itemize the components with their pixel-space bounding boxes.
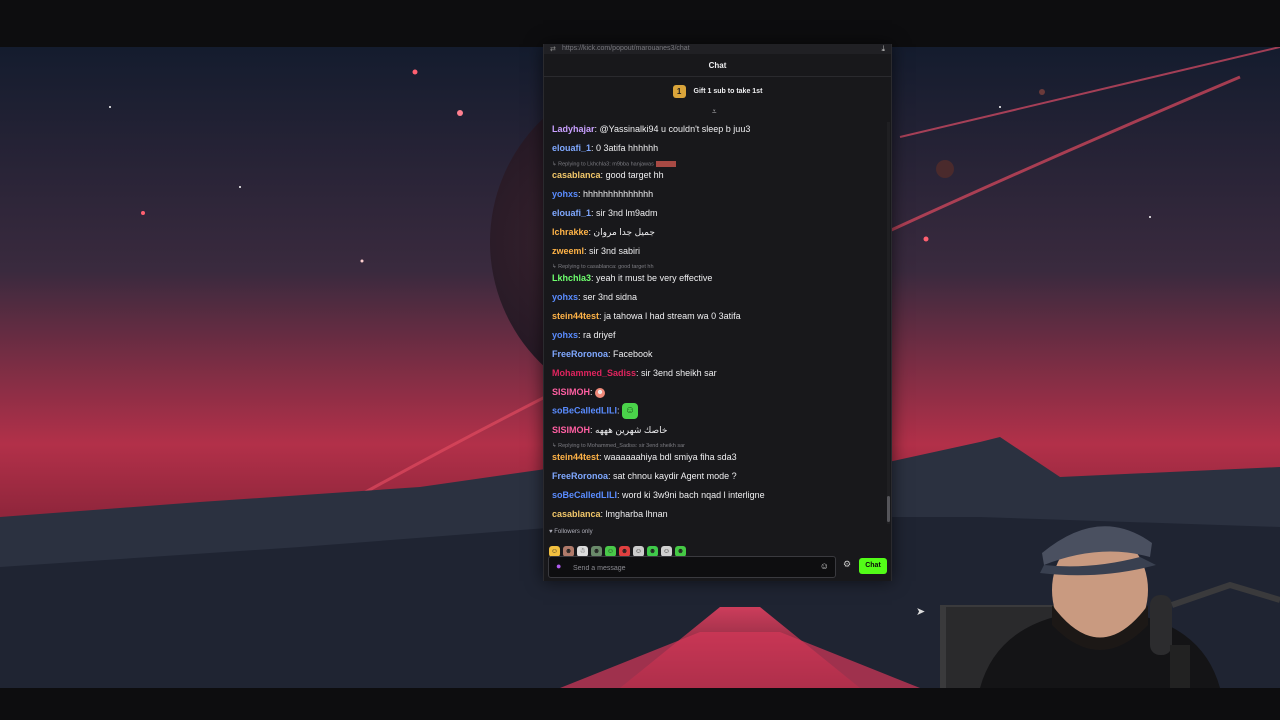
chat-username[interactable]: elouafi_1 <box>552 143 591 153</box>
reply-context[interactable]: ↳ Replying to Lkhchla3: m9bba hanjawas <box>552 161 676 167</box>
chat-username[interactable]: stein44test <box>552 311 599 321</box>
chat-username[interactable]: zweeml <box>552 246 584 256</box>
mouse-cursor-icon: ➤ <box>916 606 926 618</box>
chat-text: word ki 3w9ni bach nqad l interligne <box>622 490 765 500</box>
chat-message: casablanca: good target hh <box>552 170 664 180</box>
microphone-icon[interactable]: ● <box>556 561 561 571</box>
send-chat-button[interactable]: Chat <box>859 558 887 574</box>
chat-message: soBeCalledLILI: word ki 3w9ni bach nqad … <box>552 490 765 500</box>
chat-scrollbar[interactable] <box>887 122 890 524</box>
chat-username[interactable]: SISIMOH <box>552 387 590 397</box>
chat-title: Chat <box>544 56 891 77</box>
emote-icon: ☺ <box>622 403 639 419</box>
chat-username[interactable]: FreeRoronoa <box>552 349 608 359</box>
chat-message: SISIMOH: ☻ <box>552 387 606 398</box>
chat-message: FreeRoronoa: Facebook <box>552 349 653 359</box>
gear-icon[interactable]: ⚙ <box>843 559 851 570</box>
chat-username[interactable]: Ladyhajar <box>552 124 595 134</box>
chat-message: Mohammed_Sadiss: sir 3end sheikh sar <box>552 368 717 378</box>
chat-text: جميل جدا مروان <box>593 227 655 237</box>
chat-message: stein44test: waaaaaahiya bdl smiya fiha … <box>552 452 737 462</box>
chat-text: sir 3end sheikh sar <box>641 368 717 378</box>
chat-message: yohxs: hhhhhhhhhhhhhh <box>552 189 654 199</box>
chat-popout-window: ⇄ https://kick.com/popout/marouanes3/cha… <box>543 44 892 581</box>
gift-rank-badge: 1 <box>672 84 686 98</box>
chat-text: @Yassinalki94 u couldn't sleep b juu3 <box>599 124 751 134</box>
chat-text: ser 3nd sidna <box>583 292 638 302</box>
chat-message: FreeRoronoa: sat chnou kaydir Agent mode… <box>552 471 737 481</box>
download-icon[interactable]: ⤓ <box>881 44 885 54</box>
quick-emote-bar[interactable]: ☺ ☻ ☃ ☻ ☺ ☻ ☺ ☻ ☺ ☻ <box>549 540 689 557</box>
chat-message: elouafi_1: sir 3nd lm9adm <box>552 208 658 218</box>
chat-username[interactable]: casablanca <box>552 170 601 180</box>
chat-username[interactable]: elouafi_1 <box>552 208 591 218</box>
gift-text: Gift 1 sub to take 1st <box>693 88 763 95</box>
chat-text: waaaaaahiya bdl smiya fiha sda3 <box>604 452 737 462</box>
chat-input-box[interactable]: ● ☺ <box>548 556 836 578</box>
chat-username[interactable]: lchrakke <box>552 227 589 237</box>
chevron-down-icon[interactable]: ⩡ <box>712 107 717 117</box>
followers-only-notice: ♥ Followers only <box>549 529 593 535</box>
site-info-icon[interactable]: ⇄ <box>550 45 556 55</box>
chat-username[interactable]: yohxs <box>552 330 578 340</box>
chat-username[interactable]: casablanca <box>552 509 601 519</box>
chat-message: elouafi_1: 0 3atifa hhhhhh <box>552 143 659 153</box>
chat-message: SISIMOH: خاصك شهرين هههه <box>552 425 668 435</box>
chat-username[interactable]: FreeRoronoa <box>552 471 608 481</box>
chat-text: sir 3nd lm9adm <box>596 208 658 218</box>
chat-scrollbar-thumb[interactable] <box>887 496 890 522</box>
chat-message: zweeml: sir 3nd sabiri <box>552 246 641 256</box>
chat-message: Ladyhajar: @Yassinalki94 u couldn't slee… <box>552 124 751 134</box>
chat-text: hhhhhhhhhhhhhh <box>583 189 654 199</box>
chat-message-input[interactable] <box>571 560 815 576</box>
chat-text: lmgharba lhnan <box>605 509 668 519</box>
emoji-picker-icon[interactable]: ☺ <box>820 561 829 571</box>
chat-message: yohxs: ra driyef <box>552 330 616 340</box>
chat-text: 0 3atifa hhhhhh <box>596 143 659 153</box>
chat-username[interactable]: yohxs <box>552 292 578 302</box>
chat-text: ra driyef <box>583 330 616 340</box>
chat-text: sir 3nd sabiri <box>589 246 641 256</box>
reply-context[interactable]: ↳ Replying to Mohammed_Sadiss: sir 3end … <box>552 443 685 449</box>
chat-text: خاصك شهرين هههه <box>595 425 668 435</box>
top-letterbox <box>0 0 1280 47</box>
reply-context[interactable]: ↳ Replying to casablanca: good target hh <box>552 264 654 270</box>
browser-address-bar[interactable]: ⇄ https://kick.com/popout/marouanes3/cha… <box>544 44 891 54</box>
chat-username[interactable]: stein44test <box>552 452 599 462</box>
chat-username[interactable]: soBeCalledLILI <box>552 405 617 415</box>
chat-username[interactable]: SISIMOH <box>552 425 590 435</box>
webcam-overlay <box>940 495 1280 688</box>
chat-message: Lkhchla3: yeah it must be very effective <box>552 273 713 283</box>
chat-message: stein44test: ja tahowa l had stream wa 0… <box>552 311 741 321</box>
chat-message-list[interactable]: Ladyhajar: @Yassinalki94 u couldn't slee… <box>552 122 882 524</box>
chat-text: yeah it must be very effective <box>596 273 713 283</box>
chat-message: yohxs: ser 3nd sidna <box>552 292 638 302</box>
chat-text: good target hh <box>605 170 664 180</box>
url-text: https://kick.com/popout/marouanes3/chat <box>562 45 690 52</box>
chat-username[interactable]: soBeCalledLILI <box>552 490 617 500</box>
chat-text: ja tahowa l had stream wa 0 3atifa <box>604 311 741 321</box>
chat-text: sat chnou kaydir Agent mode ? <box>613 471 737 481</box>
bottom-letterbox <box>0 688 1280 720</box>
chat-message: casablanca: lmgharba lhnan <box>552 509 668 519</box>
chat-username[interactable]: Lkhchla3 <box>552 273 591 283</box>
chat-username[interactable]: yohxs <box>552 189 578 199</box>
emote-icon: ☻ <box>595 387 606 398</box>
gift-sub-banner[interactable]: 1 Gift 1 sub to take 1st <box>544 82 891 102</box>
emote-icon <box>655 161 676 167</box>
chat-text: Facebook <box>613 349 653 359</box>
chat-username[interactable]: Mohammed_Sadiss <box>552 368 636 378</box>
chat-message: soBeCalledLILI: ☺ <box>552 403 639 419</box>
chat-message: lchrakke: جميل جدا مروان <box>552 227 655 237</box>
